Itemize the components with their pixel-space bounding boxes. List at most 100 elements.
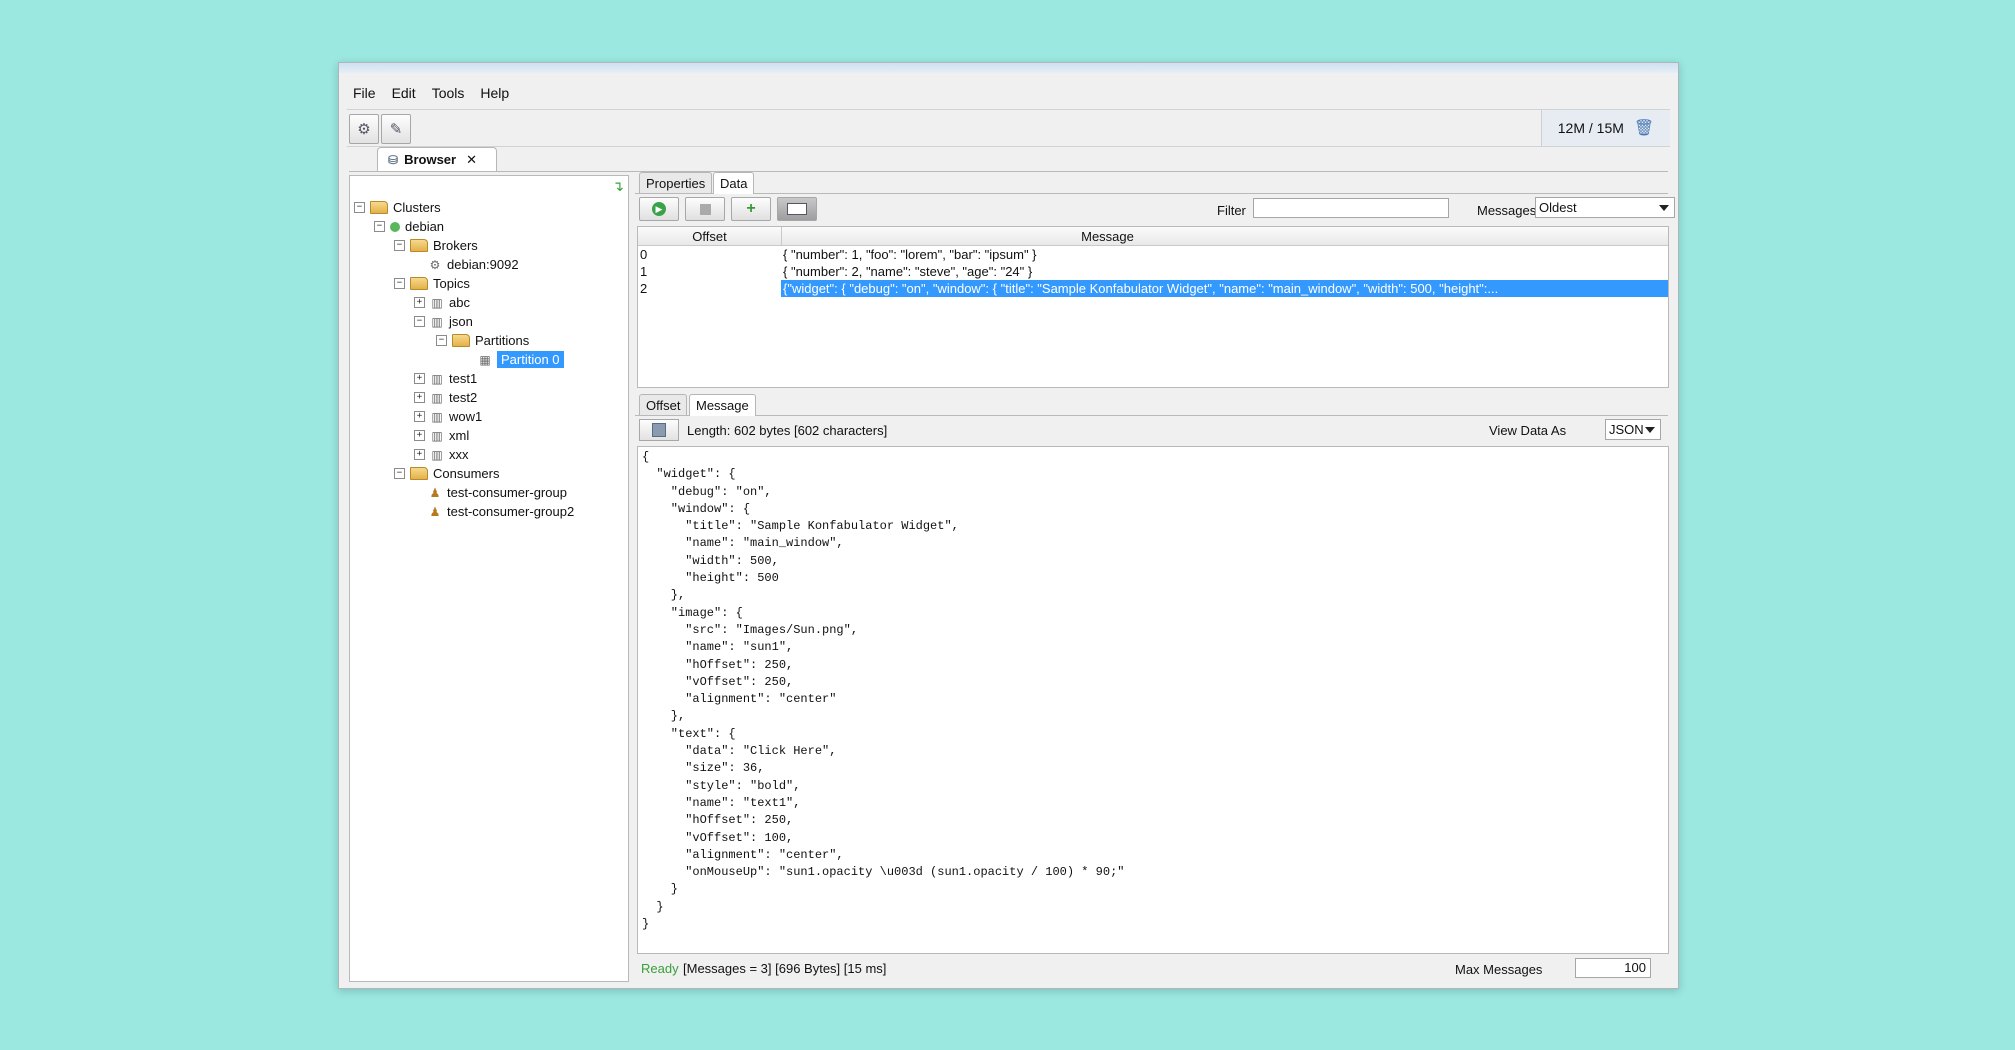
filter-input[interactable]: [1253, 198, 1449, 218]
tab-data[interactable]: Data: [713, 172, 755, 194]
message-cell: {"widget": { "debug": "on", "window": { …: [781, 280, 1668, 297]
tree-label-brokers: Brokers: [433, 238, 478, 253]
collapse-icon[interactable]: −: [374, 221, 385, 232]
tab-offset[interactable]: Offset: [639, 394, 688, 415]
collapse-icon[interactable]: −: [394, 468, 405, 479]
offset-cell: 1: [640, 264, 648, 279]
column-header-offset[interactable]: Offset: [638, 227, 782, 245]
tab-message[interactable]: Message: [689, 394, 756, 416]
cluster-tree-panel: ↴ − Clusters − debian − Brokers ⚙ debian…: [349, 175, 629, 982]
partition-icon: ▦: [479, 352, 491, 367]
table-row[interactable]: 1 { "number": 2, "name": "steve", "age":…: [638, 263, 1668, 280]
topic-icon: ▥: [431, 371, 443, 386]
message-length-label: Length: 602 bytes [602 characters]: [687, 423, 888, 438]
stop-button[interactable]: [685, 197, 725, 221]
menu-file[interactable]: File: [347, 83, 382, 103]
tab-browser-label: Browser: [404, 152, 457, 167]
partition-tabs: Properties Data: [635, 171, 1668, 194]
tree-label-partition: Partition 0: [497, 351, 564, 368]
message-json-viewer[interactable]: { "widget": { "debug": "on", "window": {…: [637, 446, 1669, 954]
expand-icon[interactable]: +: [414, 430, 425, 441]
topic-icon: ▥: [431, 409, 443, 424]
play-icon: ▶: [652, 202, 666, 216]
settings-button[interactable]: ✎: [381, 114, 411, 144]
tree-label-consumer: test-consumer-group2: [447, 504, 575, 519]
tree-node-topics[interactable]: − Topics: [394, 274, 470, 293]
list-view-icon: [787, 203, 807, 215]
save-message-button[interactable]: [639, 419, 679, 441]
tree-label-broker: debian:9092: [447, 257, 519, 272]
tree-label-topics: Topics: [433, 276, 470, 291]
close-icon[interactable]: ✕: [466, 152, 477, 168]
messages-table: Offset Message 0 { "number": 1, "foo": "…: [637, 226, 1669, 388]
tree-node-partitions[interactable]: − Partitions: [436, 331, 529, 350]
menu-help[interactable]: Help: [474, 83, 515, 103]
tree-node-consumer-group[interactable]: ♟ test-consumer-group: [428, 483, 567, 502]
status-info: [Messages = 3] [696 Bytes] [15 ms]: [683, 961, 887, 976]
menu-edit[interactable]: Edit: [386, 83, 422, 103]
messages-label: Messages: [1477, 203, 1537, 218]
max-messages-input[interactable]: 100: [1575, 958, 1651, 978]
tree-node-topic-abc[interactable]: + ▥ abc: [414, 293, 470, 312]
memory-usage: 12M / 15M: [1557, 120, 1624, 136]
tree-node-topic-json[interactable]: − ▥ json: [414, 312, 473, 331]
view-data-as-select[interactable]: JSON: [1605, 419, 1661, 440]
tree-node-clusters[interactable]: − Clusters: [354, 198, 441, 217]
tree-node-topic-test1[interactable]: + ▥ test1: [414, 369, 477, 388]
add-message-button[interactable]: +: [731, 197, 771, 221]
folder-open-icon: [410, 467, 428, 480]
offset-cell: 0: [640, 247, 648, 262]
column-header-message[interactable]: Message: [781, 227, 1434, 245]
tree-node-consumer-group2[interactable]: ♟ test-consumer-group2: [428, 502, 575, 521]
collapse-all-icon[interactable]: ↴: [612, 178, 624, 195]
editor-tabs: ⛁ Browser ✕: [349, 145, 1668, 172]
connect-cluster-button[interactable]: ⚙: [349, 114, 379, 144]
tree-node-topic-test2[interactable]: + ▥ test2: [414, 388, 477, 407]
folder-open-icon: [410, 239, 428, 252]
menu-tools[interactable]: Tools: [426, 83, 471, 103]
tree-node-brokers[interactable]: − Brokers: [394, 236, 478, 255]
topic-icon: ▥: [431, 447, 443, 462]
plus-icon: +: [746, 200, 756, 217]
message-cell: { "number": 1, "foo": "lorem", "bar": "i…: [783, 247, 1037, 262]
trash-icon[interactable]: 🗑: [1634, 118, 1654, 138]
collapse-icon[interactable]: −: [414, 316, 425, 327]
chevron-down-icon: [1645, 426, 1655, 433]
filter-label: Filter: [1217, 203, 1246, 218]
expand-icon[interactable]: +: [414, 297, 425, 308]
view-data-as-value: JSON: [1609, 422, 1644, 437]
chevron-down-icon: [1659, 204, 1669, 211]
table-row[interactable]: 0 { "number": 1, "foo": "lorem", "bar": …: [638, 246, 1668, 263]
toggle-view-button[interactable]: [777, 197, 817, 221]
tree-label-partitions: Partitions: [475, 333, 530, 348]
tree-label-topic: abc: [449, 295, 470, 310]
messages-order-value: Oldest: [1539, 200, 1577, 215]
broker-icon: ⚙: [429, 257, 441, 272]
tree-node-consumers[interactable]: − Consumers: [394, 464, 499, 483]
expand-icon[interactable]: +: [414, 373, 425, 384]
tree-label-clusters: Clusters: [393, 200, 441, 215]
tree-node-topic-xxx[interactable]: + ▥ xxx: [414, 445, 469, 464]
tree-label-cluster: debian: [405, 219, 445, 234]
main-toolbar: ⚙ ✎ 12M / 15M 🗑: [347, 109, 1670, 147]
collapse-icon[interactable]: −: [436, 335, 447, 346]
expand-icon[interactable]: +: [414, 411, 425, 422]
collapse-icon[interactable]: −: [354, 202, 365, 213]
tree-node-broker[interactable]: ⚙ debian:9092: [428, 255, 519, 274]
message-json-text: { "widget": { "debug": "on", "window": {…: [642, 450, 1125, 932]
expand-icon[interactable]: +: [414, 449, 425, 460]
tree-node-partition-0[interactable]: ▦ Partition 0: [478, 350, 564, 369]
tree-label-topic: xxx: [449, 447, 469, 462]
messages-order-select[interactable]: Oldest: [1535, 197, 1675, 218]
table-row-selected[interactable]: 2 {"widget": { "debug": "on", "window": …: [638, 280, 1668, 297]
tree-node-topic-xml[interactable]: + ▥ xml: [414, 426, 469, 445]
expand-icon[interactable]: +: [414, 392, 425, 403]
tab-browser[interactable]: ⛁ Browser ✕: [377, 147, 497, 171]
settings-icon: ✎: [389, 121, 403, 138]
retrieve-messages-button[interactable]: ▶: [639, 197, 679, 221]
tab-properties[interactable]: Properties: [639, 172, 713, 193]
collapse-icon[interactable]: −: [394, 240, 405, 251]
tree-node-topic-wow1[interactable]: + ▥ wow1: [414, 407, 482, 426]
collapse-icon[interactable]: −: [394, 278, 405, 289]
tree-node-cluster-debian[interactable]: − debian: [374, 217, 444, 236]
